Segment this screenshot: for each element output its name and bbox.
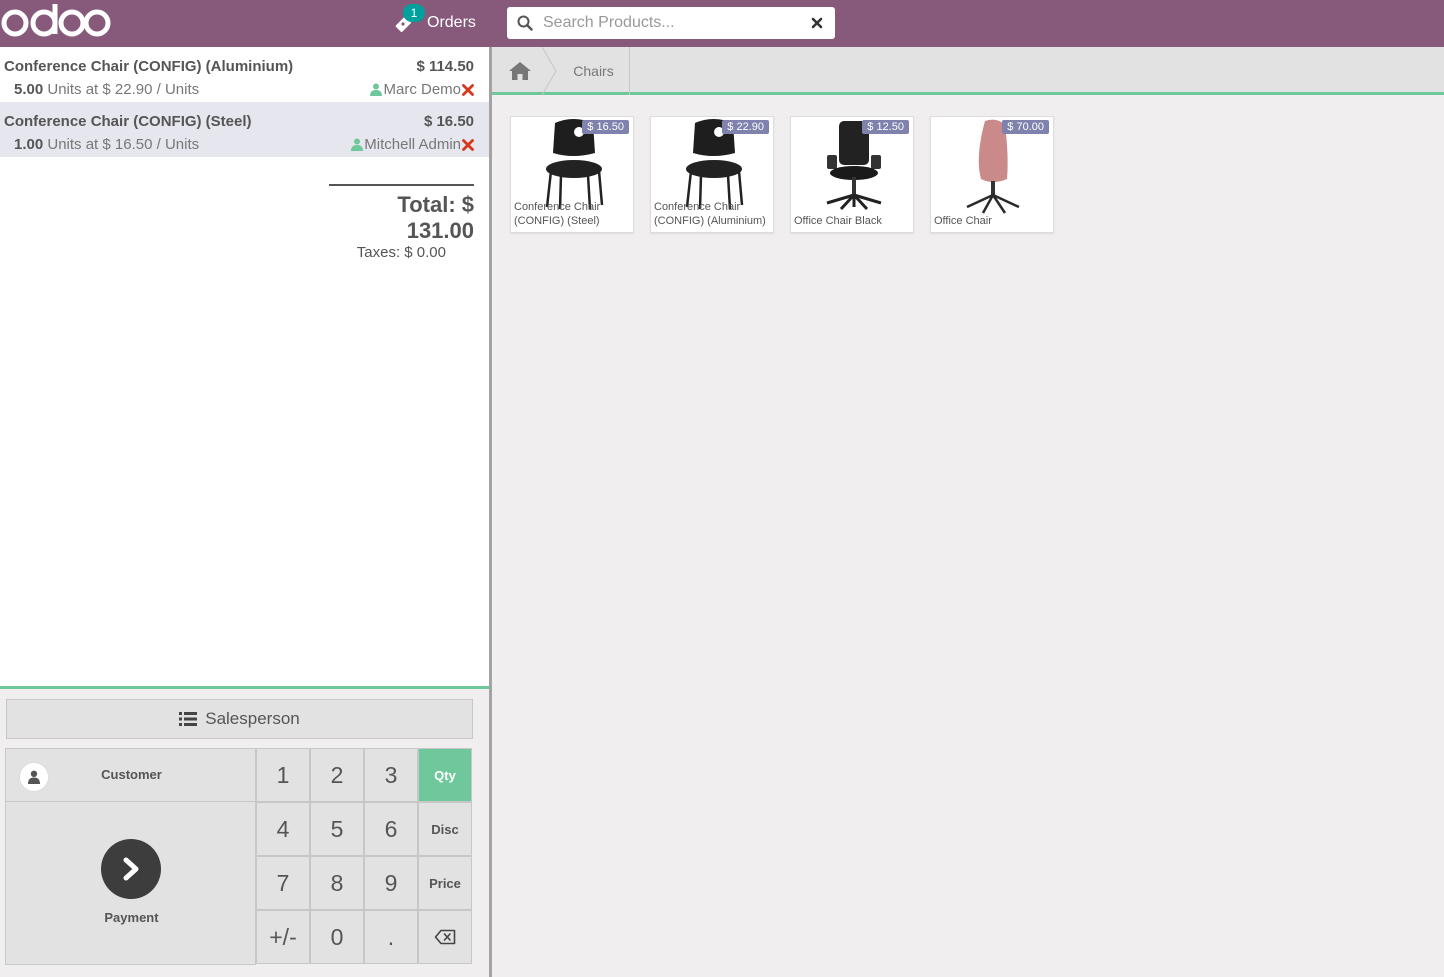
order-line-salesperson: Marc Demo xyxy=(370,81,474,98)
numpad-key-plus-minus[interactable]: +/- xyxy=(256,910,310,964)
mode-price-button[interactable]: Price xyxy=(418,856,472,910)
numpad-key-1[interactable]: 1 xyxy=(256,748,310,802)
product-card[interactable]: $ 16.50 Conference Chair (CONFIG) (Steel… xyxy=(510,116,634,233)
search-icon xyxy=(507,7,543,39)
pane-divider xyxy=(489,47,492,977)
backspace-icon xyxy=(434,929,456,945)
order-line-price: $ 114.50 xyxy=(416,58,474,75)
order-line-qty: 5.00 xyxy=(14,81,44,98)
ticket-icon: 1 xyxy=(393,4,425,34)
numpad-key-7[interactable]: 7 xyxy=(256,856,310,910)
order-line-product: Conference Chair (CONFIG) (Aluminium) xyxy=(4,58,294,75)
orders-count-badge: 1 xyxy=(403,4,425,22)
salesperson-button-label: Salesperson xyxy=(205,709,300,728)
numpad-key-9[interactable]: 9 xyxy=(364,856,418,910)
payment-button[interactable]: Payment xyxy=(5,802,256,965)
search-input[interactable] xyxy=(543,9,799,37)
product-price-tag: $ 22.90 xyxy=(722,120,769,134)
top-bar: 1 Orders xyxy=(0,0,1444,47)
order-taxes: Taxes: $ 0.00 xyxy=(356,244,446,261)
product-name: Conference Chair (CONFIG) (Aluminium) xyxy=(654,201,766,227)
order-line-info: 1.00 Units at $ 16.50 / Units xyxy=(14,136,199,153)
numpad-key-0[interactable]: 0 xyxy=(310,910,364,964)
salesperson-name: Mitchell Admin xyxy=(364,136,461,153)
chevron-right-icon xyxy=(101,839,161,899)
order-line-unit-text: Units at $ 16.50 / Units xyxy=(47,136,200,153)
mode-qty-button[interactable]: Qty xyxy=(418,748,472,802)
user-icon xyxy=(370,83,383,96)
product-card[interactable]: $ 22.90 Conference Chair (CONFIG) (Alumi… xyxy=(650,116,774,233)
product-price-tag: $ 16.50 xyxy=(582,120,629,134)
home-icon xyxy=(509,62,531,80)
search-box xyxy=(507,7,835,39)
breadcrumb: Chairs xyxy=(492,47,1444,95)
list-icon xyxy=(179,712,198,726)
customer-button[interactable]: Customer xyxy=(5,748,256,802)
control-pane: Salesperson Customer Payment 1 2 3 Qty 4… xyxy=(0,686,489,977)
numpad-key-2[interactable]: 2 xyxy=(310,748,364,802)
user-icon xyxy=(351,138,364,151)
orders-label: Orders xyxy=(427,14,476,31)
numpad-key-5[interactable]: 5 xyxy=(310,802,364,856)
customer-label: Customer xyxy=(101,767,162,782)
product-name: Office Chair xyxy=(934,215,992,227)
breadcrumb-category[interactable]: Chairs xyxy=(558,47,630,95)
order-line-qty: 1.00 xyxy=(14,136,44,153)
order-line-price: $ 16.50 xyxy=(423,113,474,130)
product-price-tag: $ 70.00 xyxy=(1002,120,1049,134)
product-card[interactable]: $ 70.00 Office Chair xyxy=(930,116,1054,233)
product-name: Office Chair Black xyxy=(794,215,882,227)
numpad: Customer Payment 1 2 3 Qty 4 5 6 Disc 7 … xyxy=(5,748,473,965)
salesperson-name: Marc Demo xyxy=(383,81,461,98)
orders-button[interactable]: 1 Orders xyxy=(393,4,476,38)
order-line[interactable]: Conference Chair (CONFIG) (Steel) $ 16.5… xyxy=(0,102,489,157)
order-total: Total: $ 131.00 xyxy=(397,192,474,243)
numpad-key-decimal[interactable]: . xyxy=(364,910,418,964)
order-line-unit-text: Units at $ 22.90 / Units xyxy=(47,81,200,98)
remove-icon[interactable] xyxy=(462,83,474,96)
numpad-key-6[interactable]: 6 xyxy=(364,802,418,856)
product-price-tag: $ 12.50 xyxy=(862,120,909,134)
payment-label: Payment xyxy=(104,910,159,925)
order-line[interactable]: Conference Chair (CONFIG) (Aluminium) $ … xyxy=(0,47,489,102)
product-card[interactable]: $ 12.50 Office Chair Black xyxy=(790,116,914,233)
remove-icon[interactable] xyxy=(462,138,474,151)
order-line-info: 5.00 Units at $ 22.90 / Units xyxy=(14,81,199,98)
clear-search-icon[interactable] xyxy=(799,7,835,39)
order-summary: Total: $ 131.00 Taxes: $ 0.00 xyxy=(329,184,474,261)
numpad-key-4[interactable]: 4 xyxy=(256,802,310,856)
order-line-salesperson: Mitchell Admin xyxy=(351,136,474,153)
breadcrumb-home[interactable] xyxy=(492,47,548,95)
breadcrumb-separator xyxy=(542,47,557,95)
product-name: Conference Chair (CONFIG) (Steel) xyxy=(514,201,601,227)
order-line-product: Conference Chair (CONFIG) (Steel) xyxy=(4,113,252,130)
salesperson-button[interactable]: Salesperson xyxy=(6,699,473,739)
numpad-key-3[interactable]: 3 xyxy=(364,748,418,802)
numpad-key-8[interactable]: 8 xyxy=(310,856,364,910)
mode-disc-button[interactable]: Disc xyxy=(418,802,472,856)
odoo-logo xyxy=(1,4,111,37)
backspace-button[interactable] xyxy=(418,910,472,964)
